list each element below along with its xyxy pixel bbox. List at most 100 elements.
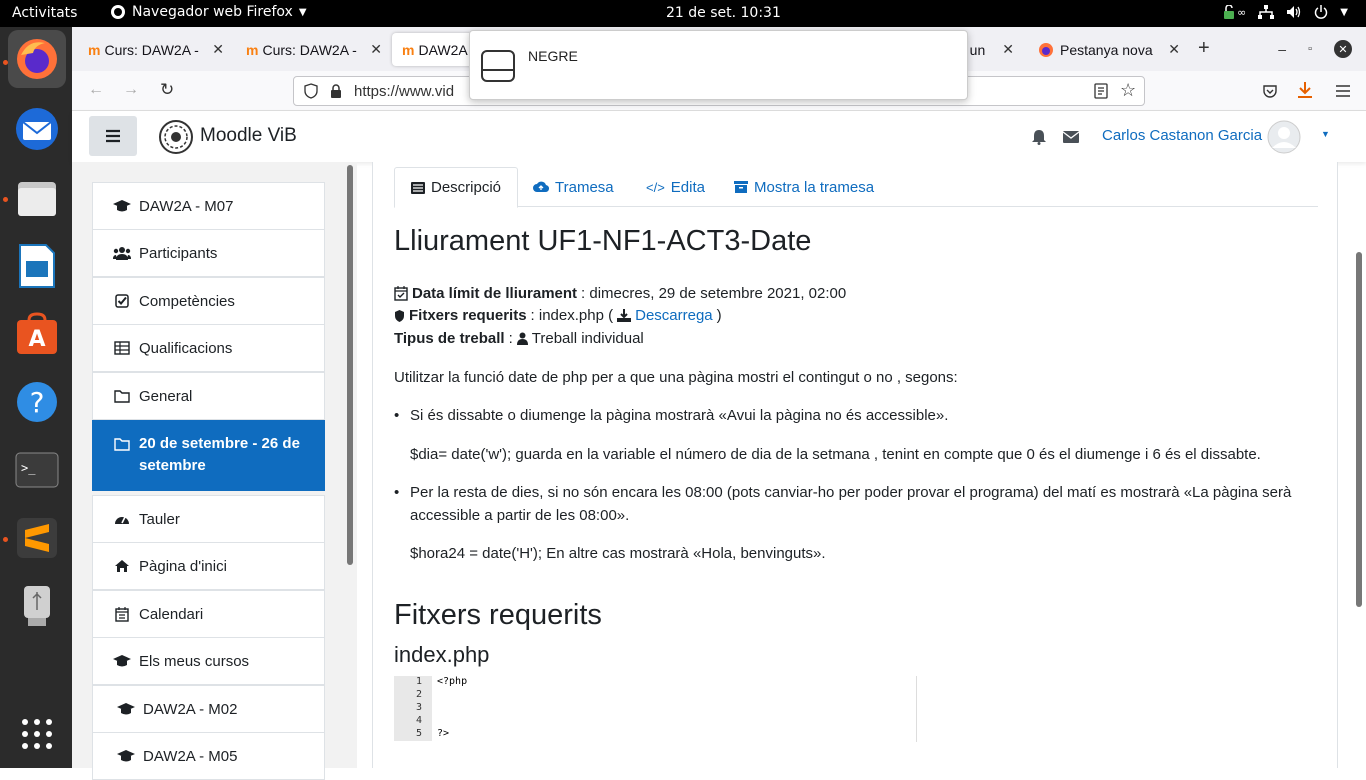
close-tab-icon[interactable]: ✕ — [370, 41, 382, 58]
drawer-item-course-m02[interactable]: DAW2A - M02 — [92, 685, 325, 733]
close-tab-icon[interactable]: ✕ — [212, 41, 224, 58]
back-icon[interactable]: ← — [88, 81, 104, 99]
calendar-icon — [113, 606, 131, 622]
forward-icon[interactable]: → — [123, 81, 139, 99]
line-number: 5 — [394, 728, 432, 741]
drawer-item-grades[interactable]: Qualificacions — [92, 324, 325, 372]
menu-icon[interactable] — [1335, 84, 1351, 98]
pocket-icon[interactable] — [1262, 83, 1278, 99]
dashboard-icon — [113, 512, 131, 526]
volume-icon — [1287, 6, 1301, 18]
system-tray[interactable]: ∞ ▼ — [1223, 5, 1348, 19]
browser-tab[interactable]: m Curs: DAW2A - ✕ — [236, 33, 390, 66]
drawer-item-current-week[interactable]: 20 de setembre - 26 de setembre — [92, 420, 325, 491]
code-line: 1 <?php — [394, 676, 918, 689]
dock-files[interactable] — [8, 169, 66, 227]
user-menu-name[interactable]: Carlos Castanon Garcia — [1102, 127, 1262, 144]
dock-libreoffice-impress[interactable] — [8, 237, 66, 295]
dock-terminal[interactable]: >_ — [8, 441, 66, 499]
messages-envelope-icon[interactable] — [1063, 131, 1079, 143]
folder-icon — [113, 389, 131, 403]
dock-help[interactable]: ? — [8, 373, 66, 431]
maximize-icon[interactable]: ▫ — [1308, 43, 1312, 55]
site-name[interactable]: Moodle ViB — [200, 125, 297, 147]
thunderbird-icon — [16, 108, 58, 150]
notification-bell-icon[interactable] — [1032, 129, 1046, 145]
app-menu-label: Navegador web Firefox — [132, 4, 293, 20]
caret-down-icon[interactable]: ▼ — [1321, 129, 1330, 139]
new-tab-button[interactable]: + — [1198, 37, 1210, 60]
bookmark-star-icon[interactable]: ☆ — [1120, 80, 1136, 101]
minimize-icon[interactable]: – — [1278, 41, 1286, 57]
download-link[interactable]: Descarrega — [635, 307, 713, 324]
drawer-item-label: Els meus cursos — [139, 652, 250, 670]
line-number: 1 — [394, 676, 432, 689]
bullet-dot: • — [394, 484, 400, 501]
drawer-item-my-courses[interactable]: Els meus cursos — [92, 637, 325, 685]
tab-edit[interactable]: </> Edita — [630, 167, 721, 207]
required-files-line: Fitxers requerits: index.php ( Descarreg… — [394, 307, 722, 324]
tab-label: Edita — [670, 178, 705, 196]
graduation-cap-icon — [117, 749, 135, 763]
dock-firefox[interactable] — [8, 30, 66, 88]
clock[interactable]: 21 de set. 10:31 — [666, 5, 781, 21]
drawer-item-course-m05[interactable]: DAW2A - M05 — [92, 732, 325, 780]
dock-software[interactable]: A — [8, 305, 66, 363]
dock-thunderbird[interactable] — [8, 100, 66, 158]
assignment-tabs: Descripció Tramesa </> Edita Mostra la t… — [394, 167, 1318, 208]
code-viewer[interactable]: 1 <?php 2 3 4 5 ?> — [394, 676, 918, 742]
tab-description[interactable]: Descripció — [394, 167, 519, 208]
page-title: Lliurament UF1-NF1-ACT3-Date — [394, 225, 812, 257]
list-icon — [411, 181, 425, 194]
dock-usb-drive[interactable] — [8, 577, 66, 635]
tab-view-submission[interactable]: Mostra la tramesa — [718, 167, 890, 207]
drawer-item-label: 20 de setembre - 26 de setembre — [139, 435, 300, 474]
download-icon[interactable] — [1297, 81, 1313, 99]
svg-text:?: ? — [30, 386, 45, 419]
dock-sublime[interactable] — [8, 509, 66, 567]
app-menu[interactable]: Navegador web Firefox ▼ — [110, 4, 307, 20]
hamburger-icon — [106, 129, 120, 143]
browser-tab[interactable]: m Curs: DAW2A - ✕ — [78, 33, 232, 66]
drawer-scrollbar[interactable] — [347, 165, 353, 565]
folder-icon — [113, 437, 131, 451]
close-tab-icon[interactable]: ✕ — [1002, 41, 1014, 58]
moodle-icon: m — [246, 41, 259, 58]
drawer-item-home[interactable]: Pàgina d'inici — [92, 542, 325, 590]
system-top-bar: Activitats Navegador web Firefox ▼ 21 de… — [0, 0, 1366, 27]
power-icon — [1315, 5, 1328, 19]
close-tab-icon[interactable]: ✕ — [1168, 41, 1180, 58]
moodle-navbar: Moodle ViB Carlos Castanon Garcia ▼ — [72, 111, 1366, 162]
bullet-note: $hora24 = date('H'); En altre cas mostra… — [410, 545, 826, 562]
notification-popup[interactable]: NEGRE — [469, 30, 968, 100]
close-window-icon[interactable]: ✕ — [1334, 40, 1352, 58]
activities-button[interactable]: Activitats — [12, 5, 77, 21]
work-type-separator: : — [508, 330, 513, 347]
reload-icon[interactable]: ↻ — [160, 80, 174, 100]
dock-show-apps[interactable] — [8, 705, 66, 763]
shield-icon — [304, 83, 318, 99]
drawer-item-participants[interactable]: Participants — [92, 229, 325, 277]
reader-view-icon[interactable] — [1094, 83, 1108, 99]
avatar[interactable] — [1267, 120, 1301, 154]
page-scrollbar[interactable] — [1356, 252, 1362, 607]
drawer-toggle-button[interactable] — [89, 116, 137, 156]
drawer-item-course[interactable]: DAW2A - M07 — [92, 182, 325, 230]
help-icon: ? — [17, 382, 57, 422]
required-files-value: : index.php ( — [530, 307, 614, 324]
tab-label: Curs: DAW2A - — [104, 41, 199, 58]
site-logo[interactable] — [158, 119, 194, 155]
drawer-item-dashboard[interactable]: Tauler — [92, 495, 325, 543]
drawer-item-label: DAW2A - M02 — [143, 700, 238, 718]
drawer-item-calendar[interactable]: Calendari — [92, 590, 325, 638]
user-icon — [516, 332, 528, 345]
drawer-item-competencies[interactable]: Competències — [92, 277, 325, 325]
moodle-icon: m — [402, 41, 415, 58]
browser-tab[interactable]: Pestanya nova ✕ — [1028, 33, 1188, 66]
line-number: 2 — [394, 689, 432, 702]
network-icon — [1258, 5, 1275, 19]
intro-paragraph: Utilitzar la funció date de php per a qu… — [394, 369, 958, 386]
tab-submission[interactable]: Tramesa — [517, 167, 630, 207]
drawer-item-general[interactable]: General — [92, 372, 325, 420]
